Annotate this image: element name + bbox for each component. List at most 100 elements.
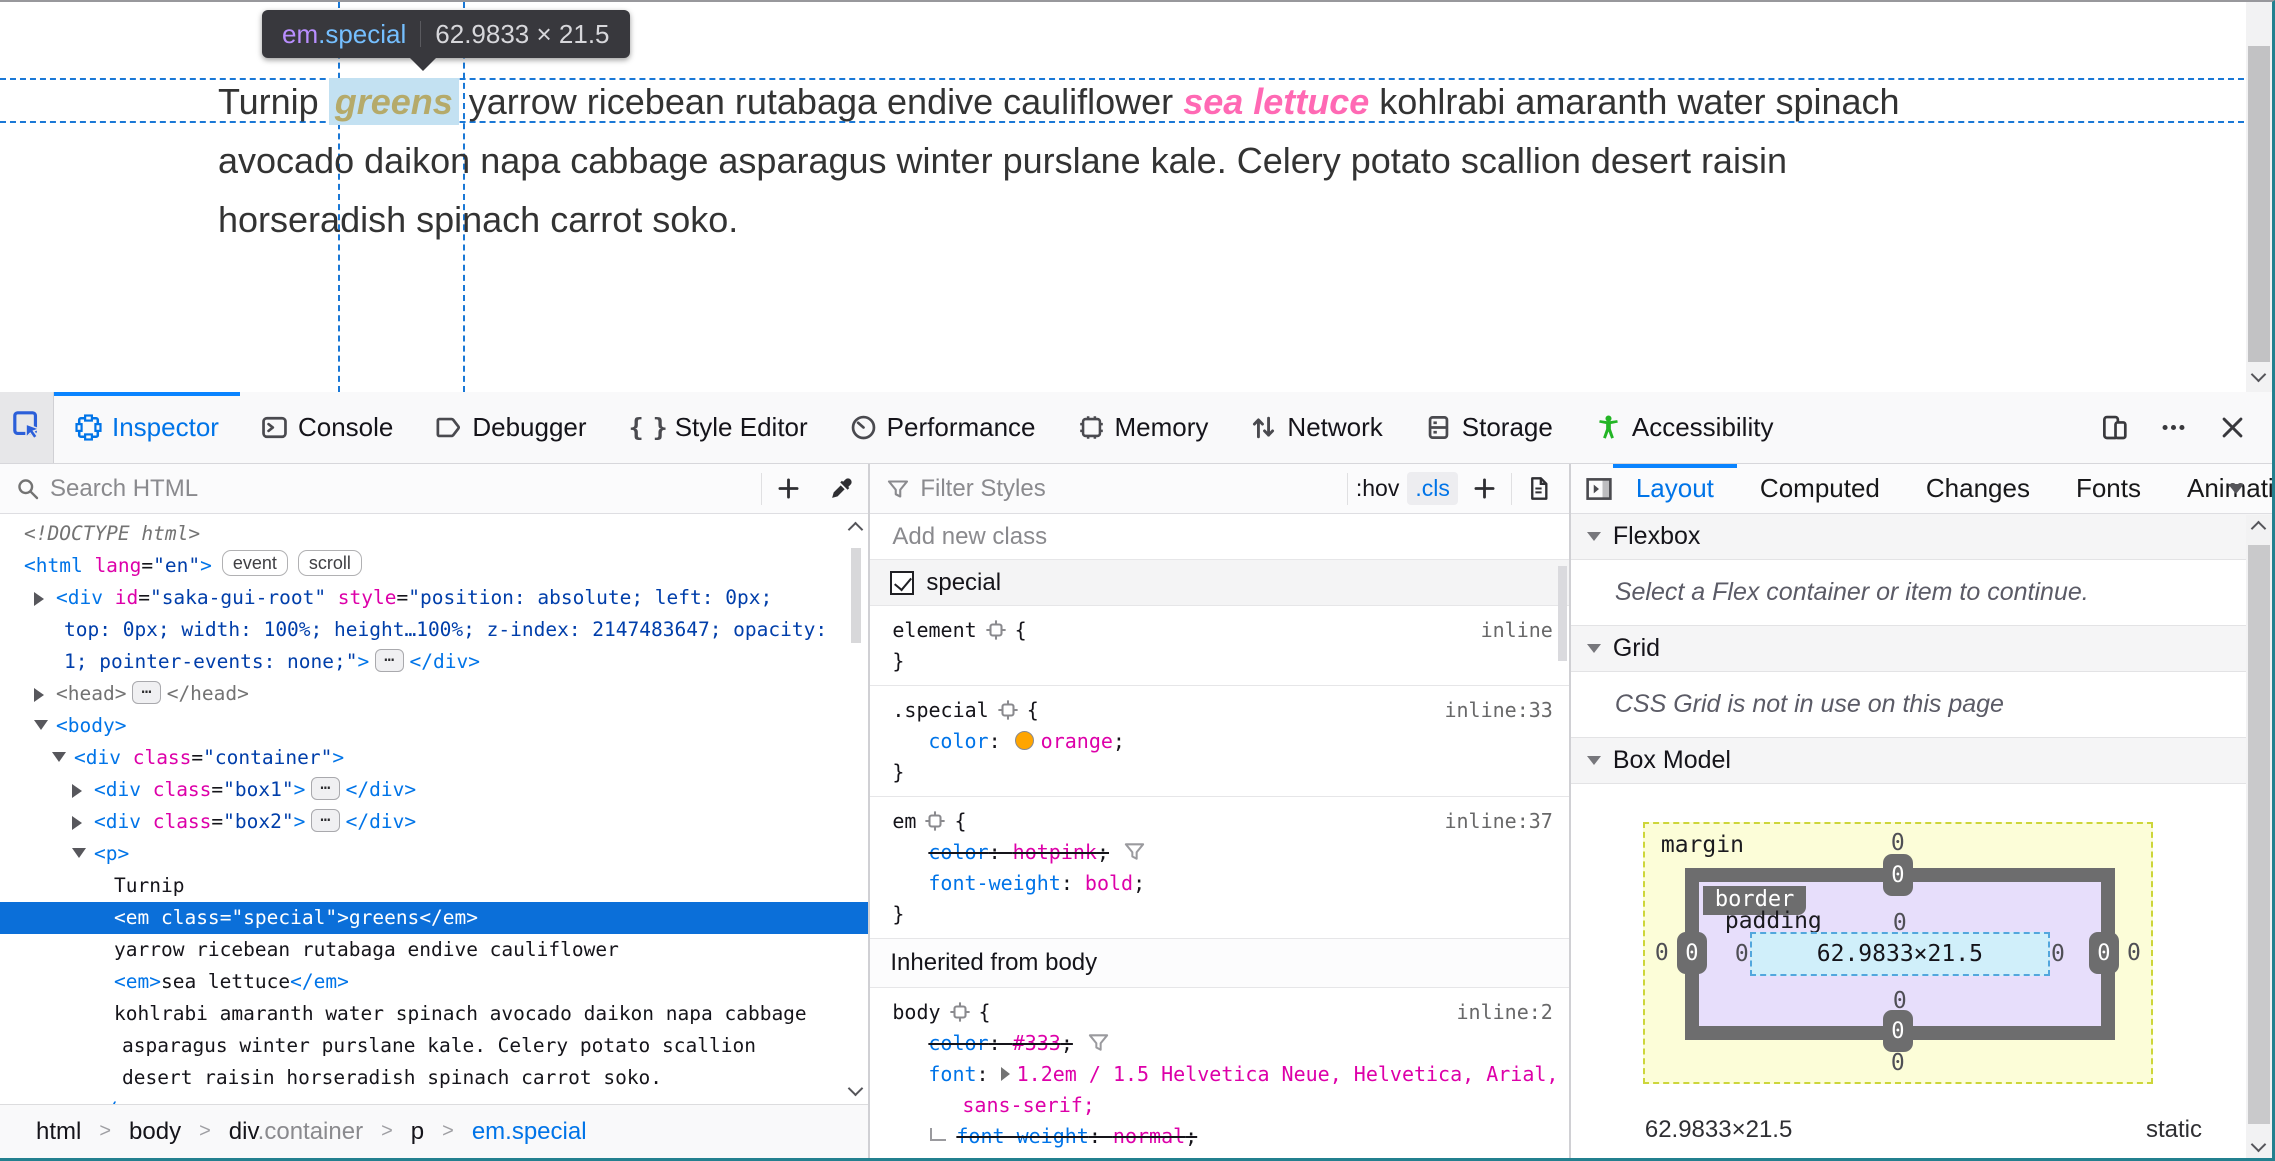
markup-line[interactable]: <head> ⋯ </head> <box>0 678 868 710</box>
collapse-twisty-icon[interactable] <box>52 752 66 762</box>
property-name[interactable]: color <box>928 1031 988 1055</box>
property-value[interactable]: hotpink <box>1013 840 1097 864</box>
markup-line[interactable]: <div class="container"> <box>0 742 868 774</box>
sidebar-tab-computed[interactable]: Computed <box>1737 464 1903 513</box>
margin-bottom-value[interactable]: 0 <box>1891 1050 1905 1076</box>
border-bottom-value[interactable]: 0 <box>1882 1010 1913 1052</box>
highlight-selector-icon[interactable] <box>985 619 1007 641</box>
box-model-section-header[interactable]: Box Model <box>1570 738 2272 784</box>
sidebar-tab-changes[interactable]: Changes <box>1903 464 2053 513</box>
overridden-filter-icon[interactable] <box>1123 840 1146 863</box>
rules-scrollbar-thumb[interactable] <box>1557 566 1567 661</box>
close-icon[interactable] <box>2219 414 2246 441</box>
rule-property[interactable]: color: #333; <box>870 1028 1568 1059</box>
dom-badge[interactable]: scroll <box>297 550 362 576</box>
eyedropper-icon[interactable] <box>815 476 868 501</box>
expand-twisty-icon[interactable] <box>34 592 44 606</box>
rule-source-link[interactable]: inline:2 <box>1457 997 1553 1028</box>
margin-left-value[interactable]: 0 <box>1655 940 1669 966</box>
print-media-simulation-icon[interactable] <box>1512 476 1569 501</box>
markup-line[interactable]: <!DOCTYPE html> <box>0 518 868 550</box>
rule-selector[interactable]: .special <box>892 698 988 722</box>
rule-source-link[interactable]: inline:33 <box>1444 695 1552 726</box>
breadcrumb-item[interactable]: body <box>129 1118 181 1146</box>
markup-line[interactable]: <em class="special">greens</em> <box>0 902 869 934</box>
markup-line[interactable]: 1; pointer-events: none;"> ⋯ </div> <box>0 646 868 678</box>
add-rule-button[interactable] <box>1458 476 1511 501</box>
markup-line[interactable]: <body> <box>0 710 868 742</box>
property-value[interactable]: normal <box>1113 1124 1185 1148</box>
margin-right-value[interactable]: 0 <box>2127 940 2141 966</box>
expand-twisty-icon[interactable] <box>72 816 82 830</box>
highlight-selector-icon[interactable] <box>924 810 946 832</box>
markup-line[interactable]: yarrow ricebean rutabaga endive cauliflo… <box>0 934 868 966</box>
devtools-tab-storage[interactable]: Storage <box>1404 392 1574 463</box>
layout-scrollbar-thumb[interactable] <box>2248 545 2270 1124</box>
page-scrollbar-thumb[interactable] <box>2248 46 2270 362</box>
breadcrumb-item[interactable]: html <box>36 1118 81 1146</box>
add-new-class-input[interactable] <box>892 522 1569 551</box>
scroll-up-icon[interactable] <box>2250 520 2267 537</box>
breadcrumb-item[interactable]: div.container <box>229 1118 363 1146</box>
devtools-tab-network[interactable]: Network <box>1229 392 1403 463</box>
dom-badge[interactable]: event <box>221 550 288 576</box>
property-name[interactable]: font-weight <box>928 871 1060 895</box>
expand-shorthand-icon[interactable] <box>1000 1067 1010 1081</box>
devtools-tab-style-editor[interactable]: { } Style Editor <box>608 392 829 463</box>
breadcrumb-item[interactable]: em.special <box>472 1118 587 1146</box>
box-model-content-box[interactable]: 62.9833×21.5 <box>1749 932 2050 976</box>
border-left-value[interactable]: 0 <box>1676 932 1707 974</box>
rule-source-link[interactable]: inline <box>1481 615 1553 646</box>
color-swatch[interactable] <box>1014 731 1034 750</box>
markup-line[interactable]: asparagus winter purslane kale. Celery p… <box>0 1030 868 1062</box>
property-value[interactable]: bold <box>1085 871 1133 895</box>
page-scrollbar[interactable] <box>2246 2 2272 392</box>
overridden-filter-icon[interactable] <box>1087 1031 1110 1054</box>
rule-property[interactable]: color: hotpink; <box>870 837 1568 868</box>
sidebar-tab-fonts[interactable]: Fonts <box>2053 464 2164 513</box>
box-model-margin-box[interactable]: margin 0 0 0 0 border padding 0 0 0 0 62… <box>1642 822 2153 1084</box>
collapse-twisty-icon[interactable] <box>34 720 48 730</box>
border-top-value[interactable]: 0 <box>1882 854 1913 896</box>
expand-ellipsis-button[interactable]: ⋯ <box>132 681 161 704</box>
sidebar-tab-layout[interactable]: Layout <box>1612 464 1737 513</box>
property-value[interactable]: #333 <box>1013 1031 1061 1055</box>
rule-property[interactable]: font: 1.2em / 1.5 Helvetica Neue, Helvet… <box>870 1059 1568 1090</box>
markup-line[interactable]: Turnip <box>0 870 868 902</box>
expand-twisty-icon[interactable] <box>72 784 82 798</box>
property-name[interactable]: color <box>928 729 988 753</box>
filter-styles-input[interactable] <box>920 474 1347 503</box>
markup-line[interactable]: <p> <box>0 838 868 870</box>
margin-top-value[interactable]: 0 <box>1891 830 1905 856</box>
devtools-tab-console[interactable]: Console <box>240 392 414 463</box>
property-value[interactable]: orange <box>1041 729 1113 753</box>
rule-property[interactable]: color: orange; <box>870 726 1568 757</box>
meatball-menu-icon[interactable] <box>2160 414 2187 441</box>
highlight-selector-icon[interactable] <box>949 1001 971 1023</box>
rule-property[interactable]: font-weight: normal; <box>870 1121 1568 1152</box>
markup-line[interactable]: </p> <box>0 1094 868 1104</box>
highlight-selector-icon[interactable] <box>997 699 1019 721</box>
padding-left-value[interactable]: 0 <box>1735 941 1749 967</box>
rule-selector[interactable]: element <box>892 618 976 642</box>
devtools-tab-memory[interactable]: Memory <box>1057 392 1230 463</box>
markup-line[interactable]: <em>sea lettuce</em> <box>0 966 868 998</box>
responsive-mode-icon[interactable] <box>2101 414 2128 441</box>
markup-line[interactable]: <html lang="en"> event scroll <box>0 550 868 582</box>
rule-selector[interactable]: em <box>892 809 916 833</box>
property-value[interactable]: 1.2em / 1.5 Helvetica Neue, Helvetica, A… <box>1017 1062 1559 1086</box>
rule-source-link[interactable]: inline:37 <box>1444 806 1552 837</box>
scroll-down-icon[interactable] <box>2250 1136 2267 1153</box>
property-name[interactable]: color <box>928 840 988 864</box>
layout-scrollbar[interactable] <box>2246 515 2272 1158</box>
expand-ellipsis-button[interactable]: ⋯ <box>375 649 404 672</box>
devtools-tab-accessibility[interactable]: Accessibility <box>1574 392 1795 463</box>
rule-selector[interactable]: body <box>892 1000 940 1024</box>
sidebar-tab-animations[interactable]: Animations <box>2164 464 2272 513</box>
expand-ellipsis-button[interactable]: ⋯ <box>311 777 340 800</box>
markup-line[interactable]: top: 0px; width: 100%; height…100%; z-in… <box>0 614 868 646</box>
sidebar-expand-icon[interactable] <box>1585 475 1613 503</box>
expand-twisty-icon[interactable] <box>34 688 44 702</box>
toggle-pseudo-classes-button[interactable]: :hov <box>1348 472 1407 505</box>
toggle-classes-button[interactable]: .cls <box>1407 472 1458 505</box>
